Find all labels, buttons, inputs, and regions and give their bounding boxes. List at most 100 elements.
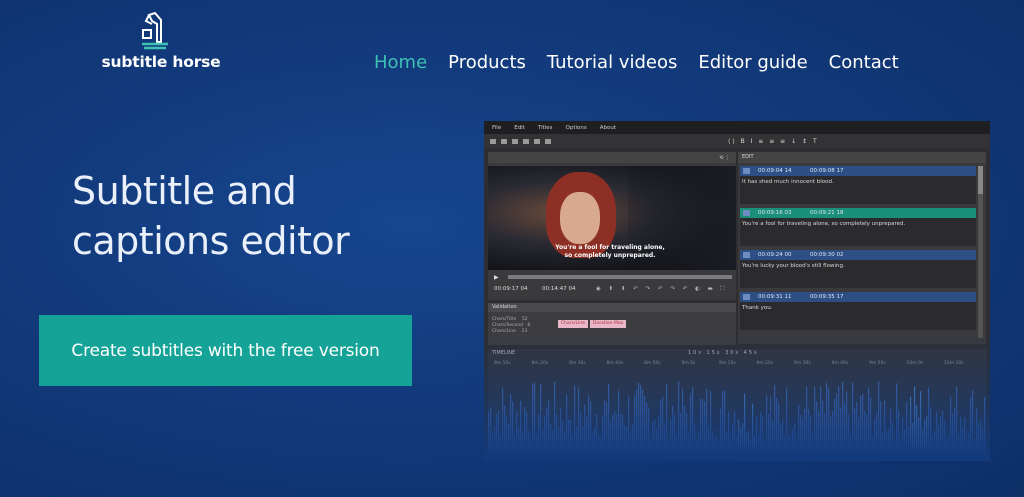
nav-editor-guide[interactable]: Editor guide <box>698 52 807 73</box>
logo[interactable]: subtitle horse <box>96 12 226 74</box>
nav-home[interactable]: Home <box>374 52 427 73</box>
waveform-bar <box>694 425 696 451</box>
waveform-bar <box>960 416 962 451</box>
subtitle-index-badge <box>743 210 750 216</box>
waveform-bar <box>980 420 982 451</box>
waveform-bar <box>760 412 762 451</box>
waveform-bar <box>834 398 836 451</box>
waveform-bar <box>498 410 500 451</box>
waveform-bar <box>904 429 906 451</box>
waveform-bar <box>528 430 530 451</box>
waveform-bar <box>968 433 970 451</box>
waveform-bar <box>586 416 588 451</box>
waveform-bar <box>822 400 824 451</box>
waveform-bar <box>752 403 754 451</box>
character-face <box>560 192 600 244</box>
waveform-bar <box>910 396 912 451</box>
waveform-bar <box>698 431 700 451</box>
waveform-bar <box>898 410 900 451</box>
waveform-bar <box>496 414 498 451</box>
subtitle-index-badge <box>743 168 750 174</box>
waveform-bar <box>682 388 684 451</box>
waveform-bar <box>494 426 496 451</box>
app-menubar: File Edit Titles Options About <box>484 121 990 134</box>
waveform-bar <box>916 405 918 451</box>
subtitle-index-badge <box>743 294 750 300</box>
waveform-bar <box>604 400 606 451</box>
waveform-bar <box>734 411 736 451</box>
waveform-bar <box>886 430 888 451</box>
waveform-bar <box>930 406 932 451</box>
waveform-bar <box>814 387 816 451</box>
waveform-bar <box>938 425 940 451</box>
waveform-bar <box>792 429 794 451</box>
waveform-bar <box>808 409 810 451</box>
waveform-bar <box>606 402 608 451</box>
waveform-bar <box>866 414 868 451</box>
waveform-bar <box>780 424 782 451</box>
waveform-bar <box>802 418 804 451</box>
waveform-bar <box>576 426 578 451</box>
waveform-bar <box>696 439 698 451</box>
waveform-bar <box>622 414 624 451</box>
nav-products[interactable]: Products <box>448 52 526 73</box>
waveform-bar <box>756 416 758 451</box>
waveform-bar <box>614 411 616 451</box>
video-pane: ⟲ ⋮ You're a fool for traveling alone, s… <box>488 152 736 300</box>
waveform-bar <box>858 417 860 451</box>
waveform-bar <box>580 412 582 451</box>
app-menu-options: Options <box>565 124 587 131</box>
waveform-bar <box>976 408 978 451</box>
waveform-bar <box>768 413 770 451</box>
waveform-bar <box>890 409 892 451</box>
timeline-header: TIMELINE 10s 15s 30s 45s <box>488 349 986 358</box>
video-scrubber: ▶ <box>492 274 732 281</box>
waveform-bar <box>660 399 662 451</box>
subtitle-item-text: You're a fool for traveling alone, so co… <box>742 221 906 227</box>
timeline-ruler: 8m 10s 8m 20s 8m 30s 8m 40s 8m 50s 9m 0s 9m 10… <box>488 361 986 369</box>
nav-contact[interactable]: Contact <box>829 52 899 73</box>
waveform-bar <box>502 388 504 451</box>
waveform-bar <box>926 415 928 451</box>
waveform-bar <box>742 423 744 451</box>
nav-tutorial-videos[interactable]: Tutorial videos <box>547 52 677 73</box>
waveform-bar <box>548 400 550 451</box>
waveform-bar <box>510 394 512 451</box>
waveform-bar <box>688 433 690 451</box>
waveform-bar <box>832 411 834 451</box>
waveform-bar <box>490 407 492 451</box>
waveform-bar <box>678 381 680 451</box>
waveform-bar <box>646 402 648 451</box>
waveform-bar <box>640 385 642 451</box>
create-subtitles-button[interactable]: Create subtitles with the free version <box>39 315 412 386</box>
ruler-label: 8m 20s <box>531 361 549 366</box>
subtitle-index-badge <box>743 252 750 258</box>
subtitle-item: 00:09:04 14 00:09:08 17 It has shed much … <box>740 166 976 204</box>
waveform-bar <box>872 437 874 451</box>
ruler-label: 9m 40s <box>831 361 849 366</box>
waveform-bar <box>570 419 572 451</box>
waveform-bar <box>908 427 910 451</box>
ruler-label: 9m 50s <box>869 361 886 366</box>
waveform-bar <box>600 438 602 451</box>
waveform-bar <box>946 439 948 451</box>
logo-text: subtitle horse <box>101 53 221 71</box>
waveform-bar <box>554 381 556 451</box>
ruler-label: 9m 0s <box>681 361 696 366</box>
waveform-bar <box>754 435 756 451</box>
waveform-bar <box>714 438 716 451</box>
hero-title: Subtitle and captions editor <box>72 166 432 266</box>
waveform-bar <box>906 401 908 451</box>
waveform-bar <box>854 407 856 451</box>
waveform-bar <box>964 417 966 451</box>
waveform-bar <box>670 419 672 451</box>
waveform-bar <box>738 419 740 451</box>
waveform-bar <box>956 386 958 451</box>
timeline-label: TIMELINE <box>492 350 516 356</box>
waveform-bar <box>798 404 800 451</box>
waveform-bar <box>736 437 738 451</box>
waveform-bar <box>970 397 972 451</box>
app-toolbar: ⟨⟩ B I ≡ ≡ ≡ ↓ ↕ T <box>484 134 990 148</box>
waveform-bar <box>564 431 566 451</box>
waveform-bar <box>562 421 564 451</box>
